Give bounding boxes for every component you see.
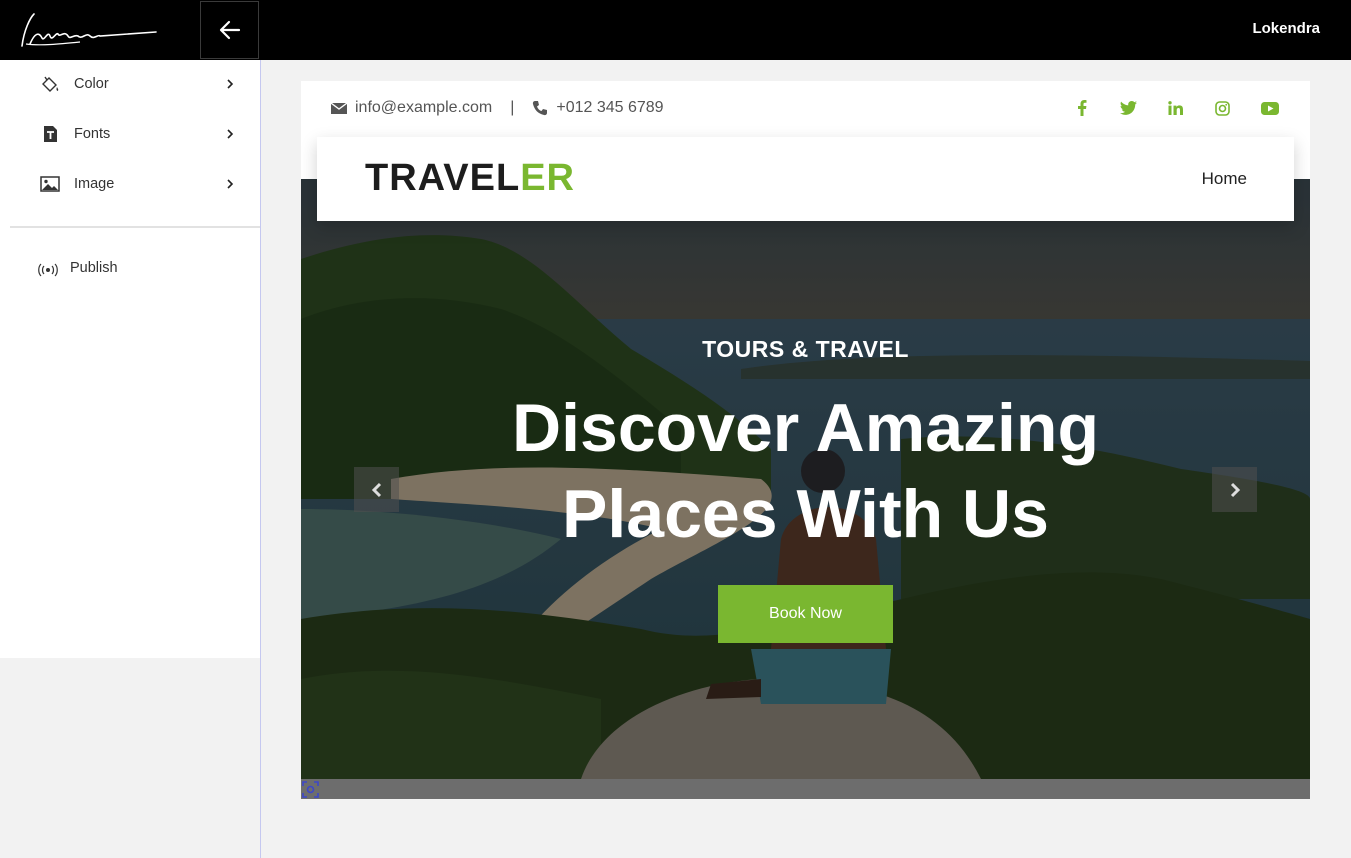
facebook-icon[interactable] xyxy=(1071,98,1092,118)
youtube-icon[interactable] xyxy=(1259,98,1280,118)
social-links xyxy=(1071,98,1280,118)
publish-label: Publish xyxy=(70,260,118,276)
chevron-right-icon xyxy=(227,79,234,89)
contact-phone[interactable]: +012 345 6789 xyxy=(556,99,663,117)
hero-title-line-1: Discover Amazing xyxy=(512,390,1099,466)
contact-separator: | xyxy=(510,99,515,116)
signature-logo[interactable] xyxy=(0,0,200,60)
brand-part-2: ER xyxy=(520,157,575,199)
brand-part-1: TRAVEL xyxy=(365,157,521,199)
top-bar: Lokendra xyxy=(0,0,1351,60)
chevron-right-icon xyxy=(1230,482,1240,497)
sidebar-empty-area xyxy=(0,658,260,858)
font-icon xyxy=(44,126,57,142)
broadcast-icon xyxy=(38,263,58,277)
sidebar-item-label: Image xyxy=(74,176,115,192)
hero-title-line-2: Places With Us xyxy=(562,476,1049,552)
back-button[interactable] xyxy=(200,1,259,59)
contact-info: info@example.com | +012 345 6789 xyxy=(331,99,664,117)
hero-title: Discover Amazing Places With Us xyxy=(301,385,1310,557)
sidebar-divider xyxy=(10,226,260,228)
focus-target-icon[interactable] xyxy=(302,781,319,798)
chevron-left-icon xyxy=(371,482,381,497)
chevron-right-icon xyxy=(227,129,234,139)
linkedin-icon[interactable] xyxy=(1165,98,1186,118)
sidebar-item-label: Fonts xyxy=(74,126,111,142)
brand-logo[interactable]: TRAVELER xyxy=(365,157,575,200)
sidebar-item-fonts[interactable]: Fonts xyxy=(0,114,260,154)
publish-button[interactable]: Publish xyxy=(36,256,236,284)
hero-bottom-strip xyxy=(301,779,1310,799)
hero-kicker: TOURS & TRAVEL xyxy=(702,336,909,362)
paint-bucket-icon xyxy=(42,76,59,92)
user-name[interactable]: Lokendra xyxy=(1252,20,1320,37)
image-icon xyxy=(40,176,60,192)
sidebar-item-color[interactable]: Color xyxy=(0,64,260,104)
arrow-left-icon xyxy=(219,20,240,40)
chevron-right-icon xyxy=(227,179,234,189)
sidebar-item-label: Color xyxy=(74,76,109,92)
carousel-prev-button[interactable] xyxy=(354,467,399,512)
site-navbar: TRAVELER Home xyxy=(317,137,1294,221)
contact-email[interactable]: info@example.com xyxy=(355,99,492,117)
envelope-icon xyxy=(331,102,347,114)
instagram-icon[interactable] xyxy=(1212,98,1233,118)
nav-home-link[interactable]: Home xyxy=(1202,169,1247,189)
sidebar-item-image[interactable]: Image xyxy=(0,164,260,204)
twitter-icon[interactable] xyxy=(1118,98,1139,118)
phone-icon xyxy=(533,101,548,116)
editor-sidebar: Color Fonts Image Publish xyxy=(0,60,260,658)
book-now-button[interactable]: Book Now xyxy=(718,585,893,643)
carousel-next-button[interactable] xyxy=(1212,467,1257,512)
panel-divider-line xyxy=(260,60,261,858)
